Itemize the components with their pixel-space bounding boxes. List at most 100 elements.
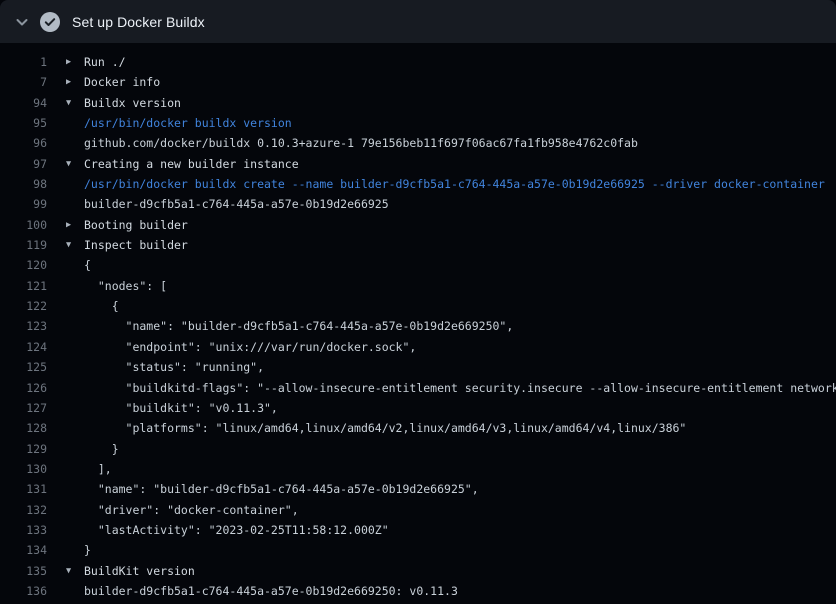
line-text: github.com/docker/buildx 0.10.3+azure-1 … bbox=[84, 133, 836, 153]
line-number[interactable]: 100 bbox=[0, 215, 47, 235]
indent-spacer bbox=[66, 194, 84, 214]
line-text: Inspect builder bbox=[84, 235, 836, 255]
line-number[interactable]: 125 bbox=[0, 357, 47, 377]
log-line: 122 { bbox=[0, 296, 836, 316]
log-line[interactable]: 100 ▶ Booting builder bbox=[0, 215, 836, 235]
line-number[interactable]: 96 bbox=[0, 133, 47, 153]
log-line: 121 "nodes": [ bbox=[0, 276, 836, 296]
line-number[interactable]: 95 bbox=[0, 113, 47, 133]
line-text: "name": "builder-d9cfb5a1-c764-445a-a57e… bbox=[84, 479, 836, 499]
log-line: 124 "endpoint": "unix:///var/run/docker.… bbox=[0, 337, 836, 357]
indent-spacer bbox=[66, 276, 84, 296]
line-text: "driver": "docker-container", bbox=[84, 500, 836, 520]
indent-spacer bbox=[66, 479, 84, 499]
line-number[interactable]: 136 bbox=[0, 581, 47, 601]
indent-spacer bbox=[66, 398, 84, 418]
line-number[interactable]: 127 bbox=[0, 398, 47, 418]
log-line: 126 "buildkitd-flags": "--allow-insecure… bbox=[0, 378, 836, 398]
indent-spacer bbox=[66, 500, 84, 520]
log-line: 123 "name": "builder-d9cfb5a1-c764-445a-… bbox=[0, 316, 836, 336]
indent-spacer bbox=[66, 337, 84, 357]
group-toggle-icon: ▼ bbox=[66, 93, 84, 113]
line-number[interactable]: 97 bbox=[0, 154, 47, 174]
line-number[interactable]: 119 bbox=[0, 235, 47, 255]
group-toggle-icon: ▼ bbox=[66, 235, 84, 255]
indent-spacer bbox=[66, 418, 84, 438]
line-number[interactable]: 123 bbox=[0, 316, 47, 336]
actions-log-viewer: Set up Docker Buildx 1 ▶ Run ./ 7 ▶ Dock… bbox=[0, 0, 836, 601]
chevron-down-icon[interactable] bbox=[14, 14, 30, 30]
group-toggle-icon: ▶ bbox=[66, 52, 84, 72]
line-number[interactable]: 134 bbox=[0, 540, 47, 560]
line-number[interactable]: 124 bbox=[0, 337, 47, 357]
log-line: 129 } bbox=[0, 439, 836, 459]
log-line[interactable]: 97 ▼ Creating a new builder instance bbox=[0, 154, 836, 174]
indent-spacer bbox=[66, 540, 84, 560]
log-line: 99 builder-d9cfb5a1-c764-445a-a57e-0b19d… bbox=[0, 194, 836, 214]
log-line[interactable]: 119 ▼ Inspect builder bbox=[0, 235, 836, 255]
line-number[interactable]: 131 bbox=[0, 479, 47, 499]
line-number[interactable]: 94 bbox=[0, 93, 47, 113]
log-line[interactable]: 1 ▶ Run ./ bbox=[0, 52, 836, 72]
line-number[interactable]: 128 bbox=[0, 418, 47, 438]
log-line: 125 "status": "running", bbox=[0, 357, 836, 377]
log-line: 95 /usr/bin/docker buildx version bbox=[0, 113, 836, 133]
group-toggle-icon: ▶ bbox=[66, 72, 84, 92]
step-title: Set up Docker Buildx bbox=[72, 14, 205, 30]
line-text: "buildkitd-flags": "--allow-insecure-ent… bbox=[84, 378, 836, 398]
line-number[interactable]: 133 bbox=[0, 520, 47, 540]
line-text: builder-d9cfb5a1-c764-445a-a57e-0b19d2e6… bbox=[84, 581, 836, 601]
line-text: ], bbox=[84, 459, 836, 479]
log-line[interactable]: 135 ▼ BuildKit version bbox=[0, 561, 836, 581]
indent-spacer bbox=[66, 113, 84, 133]
line-number[interactable]: 129 bbox=[0, 439, 47, 459]
line-text: "endpoint": "unix:///var/run/docker.sock… bbox=[84, 337, 836, 357]
log-line: 132 "driver": "docker-container", bbox=[0, 500, 836, 520]
log-line: 96 github.com/docker/buildx 0.10.3+azure… bbox=[0, 133, 836, 153]
step-header[interactable]: Set up Docker Buildx bbox=[0, 0, 836, 43]
log-line: 130 ], bbox=[0, 459, 836, 479]
line-text: } bbox=[84, 540, 836, 560]
line-number[interactable]: 7 bbox=[0, 72, 47, 92]
line-text: } bbox=[84, 439, 836, 459]
line-number[interactable]: 132 bbox=[0, 500, 47, 520]
log-line[interactable]: 94 ▼ Buildx version bbox=[0, 93, 836, 113]
line-number[interactable]: 130 bbox=[0, 459, 47, 479]
group-toggle-icon: ▼ bbox=[66, 561, 84, 581]
line-number[interactable]: 135 bbox=[0, 561, 47, 581]
line-number[interactable]: 1 bbox=[0, 52, 47, 72]
line-number[interactable]: 121 bbox=[0, 276, 47, 296]
indent-spacer bbox=[66, 581, 84, 601]
line-number[interactable]: 122 bbox=[0, 296, 47, 316]
line-text: Booting builder bbox=[84, 215, 836, 235]
indent-spacer bbox=[66, 255, 84, 275]
log-line: 128 "platforms": "linux/amd64,linux/amd6… bbox=[0, 418, 836, 438]
log-line: 136 builder-d9cfb5a1-c764-445a-a57e-0b19… bbox=[0, 581, 836, 601]
log-line: 98 /usr/bin/docker buildx create --name … bbox=[0, 174, 836, 194]
group-toggle-icon: ▼ bbox=[66, 154, 84, 174]
line-text: Docker info bbox=[84, 72, 836, 92]
log-output: 1 ▶ Run ./ 7 ▶ Docker info 94 ▼ Buildx v… bbox=[0, 43, 836, 601]
line-text: /usr/bin/docker buildx create --name bui… bbox=[84, 174, 836, 194]
line-text: builder-d9cfb5a1-c764-445a-a57e-0b19d2e6… bbox=[84, 194, 836, 214]
line-text: { bbox=[84, 255, 836, 275]
log-line[interactable]: 7 ▶ Docker info bbox=[0, 72, 836, 92]
line-text: "status": "running", bbox=[84, 357, 836, 377]
line-text: BuildKit version bbox=[84, 561, 836, 581]
line-number[interactable]: 126 bbox=[0, 378, 47, 398]
indent-spacer bbox=[66, 520, 84, 540]
line-text: "buildkit": "v0.11.3", bbox=[84, 398, 836, 418]
log-line: 127 "buildkit": "v0.11.3", bbox=[0, 398, 836, 418]
line-number[interactable]: 99 bbox=[0, 194, 47, 214]
log-line: 120 { bbox=[0, 255, 836, 275]
indent-spacer bbox=[66, 439, 84, 459]
log-line: 133 "lastActivity": "2023-02-25T11:58:12… bbox=[0, 520, 836, 540]
log-line: 131 "name": "builder-d9cfb5a1-c764-445a-… bbox=[0, 479, 836, 499]
line-text: Creating a new builder instance bbox=[84, 154, 836, 174]
line-number[interactable]: 98 bbox=[0, 174, 47, 194]
indent-spacer bbox=[66, 316, 84, 336]
check-circle-icon bbox=[40, 12, 60, 32]
line-number[interactable]: 120 bbox=[0, 255, 47, 275]
group-toggle-icon: ▶ bbox=[66, 215, 84, 235]
indent-spacer bbox=[66, 378, 84, 398]
